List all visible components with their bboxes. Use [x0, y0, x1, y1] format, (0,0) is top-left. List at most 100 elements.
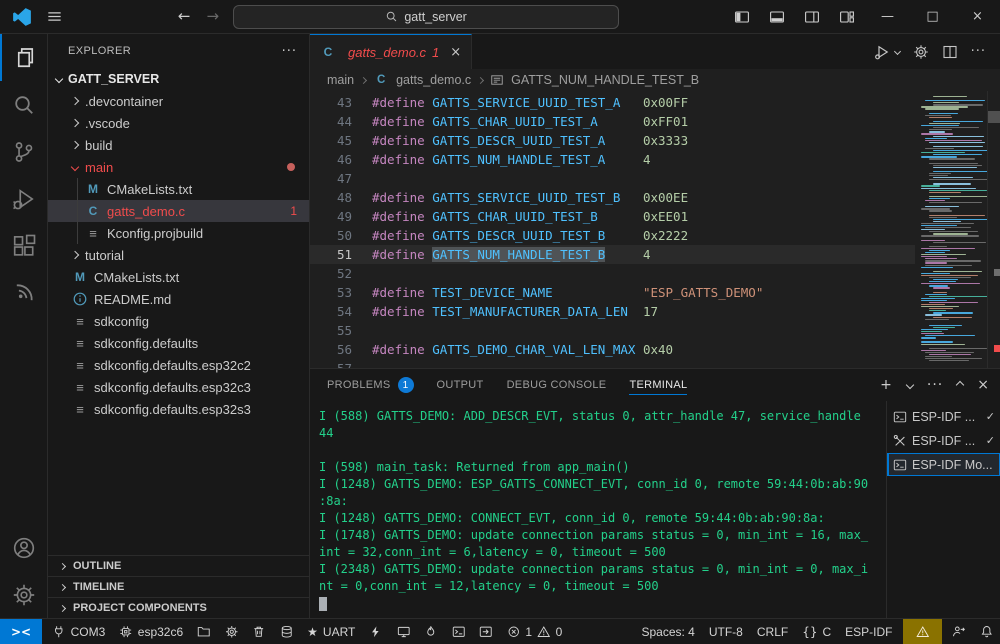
- activity-item-manage[interactable]: [0, 571, 47, 618]
- status-sdk-configuration[interactable]: [218, 619, 246, 644]
- tab-gatts-demo[interactable]: C gatts_demo.c 1 ×: [310, 34, 472, 69]
- code-line-51[interactable]: 51#define GATTS_NUM_HANDLE_TEST_B 4: [310, 245, 915, 264]
- tree-item-build[interactable]: build: [48, 134, 309, 156]
- close-button[interactable]: ×: [977, 378, 990, 392]
- activity-item-explorer[interactable]: [0, 34, 47, 81]
- code-line-43[interactable]: 43#define GATTS_SERVICE_UUID_TEST_A 0x00…: [310, 93, 915, 112]
- section-timeline[interactable]: TIMELINE: [48, 576, 309, 597]
- tree-item-cmakelists-txt[interactable]: MCMakeLists.txt: [48, 266, 309, 288]
- section-project-components[interactable]: PROJECT COMPONENTS: [48, 597, 309, 618]
- status-end-of-line[interactable]: CRLF: [750, 619, 795, 644]
- code-line-45[interactable]: 45#define GATTS_DESCR_UUID_TEST_A 0x3333: [310, 131, 915, 150]
- status-language-mode[interactable]: {}C: [795, 619, 838, 644]
- split-editor-button[interactable]: [942, 44, 958, 60]
- breadcrumb-folder[interactable]: main: [327, 73, 354, 87]
- tree-item-sdkconfig-defaults-esp32c2[interactable]: ≡sdkconfig.defaults.esp32c2: [48, 354, 309, 376]
- code-line-50[interactable]: 50#define GATTS_DESCR_UUID_TEST_B 0x2222: [310, 226, 915, 245]
- more-actions-icon[interactable]: ···: [282, 45, 297, 58]
- code-line-44[interactable]: 44#define GATTS_CHAR_UUID_TEST_A 0xFF01: [310, 112, 915, 131]
- tree-item-cmakelists-txt[interactable]: MCMakeLists.txt: [48, 178, 309, 200]
- panel-tab-output[interactable]: OUTPUT: [437, 369, 484, 401]
- overview-ruler-scrollbar[interactable]: [987, 91, 1000, 368]
- tree-item-sdkconfig-defaults[interactable]: ≡sdkconfig.defaults: [48, 332, 309, 354]
- code-line-46[interactable]: 46#define GATTS_NUM_HANDLE_TEST_A 4: [310, 150, 915, 169]
- tree-item-readme-md[interactable]: README.md: [48, 288, 309, 310]
- tree-item--vscode[interactable]: .vscode: [48, 112, 309, 134]
- status-indentation[interactable]: Spaces: 4: [634, 619, 701, 644]
- chevron-down-button[interactable]: [906, 381, 914, 389]
- status-remote[interactable]: ><: [0, 619, 42, 644]
- status-notifications[interactable]: [973, 619, 1000, 644]
- tree-item-sdkconfig-defaults-esp32c3[interactable]: ≡sdkconfig.defaults.esp32c3: [48, 376, 309, 398]
- status-select-project-folder[interactable]: [190, 619, 218, 644]
- maximize-button[interactable]: □: [910, 0, 955, 34]
- status-flash-device[interactable]: [417, 619, 445, 644]
- code-line-54[interactable]: 54#define TEST_MANUFACTURER_DATA_LEN 17: [310, 302, 915, 321]
- status-device-target[interactable]: esp32c6: [112, 619, 190, 644]
- menu-icon[interactable]: [46, 8, 63, 25]
- code-line-53[interactable]: 53#define TEST_DEVICE_NAME "ESP_GATTS_DE…: [310, 283, 915, 302]
- status-monitor-device[interactable]: [390, 619, 418, 644]
- layout-customize-button[interactable]: [839, 9, 855, 25]
- tree-item-main[interactable]: main: [48, 156, 309, 178]
- code-line-55[interactable]: 55: [310, 321, 915, 340]
- status-build-flash-monitor[interactable]: [445, 619, 473, 644]
- plus-button[interactable]: +: [880, 378, 893, 392]
- activity-item-run-and-debug[interactable]: [0, 175, 47, 222]
- code-area[interactable]: 43#define GATTS_SERVICE_UUID_TEST_A 0x00…: [310, 91, 915, 368]
- terminal-scrollbar[interactable]: [876, 401, 886, 618]
- more-button[interactable]: ···: [927, 378, 943, 392]
- terminal-output[interactable]: I (588) GATTS_DEMO: ADD_DESCR_EVT, statu…: [310, 401, 876, 618]
- status-encoding[interactable]: UTF-8: [702, 619, 750, 644]
- code-line-57[interactable]: 57: [310, 359, 915, 368]
- code-line-48[interactable]: 48#define GATTS_SERVICE_UUID_TEST_B 0x00…: [310, 188, 915, 207]
- section-outline[interactable]: OUTLINE: [48, 555, 309, 576]
- minimize-button[interactable]: —: [865, 0, 910, 34]
- status-esp-idf-version[interactable]: ESP-IDF: [838, 619, 899, 644]
- code-line-49[interactable]: 49#define GATTS_CHAR_UUID_TEST_B 0xEE01: [310, 207, 915, 226]
- tree-item-sdkconfig[interactable]: ≡sdkconfig: [48, 310, 309, 332]
- panel-tab-problems[interactable]: PROBLEMS1: [327, 369, 414, 401]
- status-esp-idf-warning[interactable]: [903, 619, 943, 644]
- tree-item-gatts-demo-c[interactable]: Cgatts_demo.c1: [48, 200, 309, 222]
- activity-item-search[interactable]: [0, 81, 47, 128]
- status-flash-method[interactable]: ★UART: [300, 619, 362, 644]
- terminal-list-item[interactable]: ESP-IDF Mo...: [887, 453, 1000, 476]
- status-feedback[interactable]: [945, 619, 973, 644]
- tree-item-sdkconfig-defaults-esp32s3[interactable]: ≡sdkconfig.defaults.esp32s3: [48, 398, 309, 420]
- tree-root-gatt-server[interactable]: GATT_SERVER: [48, 68, 309, 90]
- status-erase-flash[interactable]: [273, 619, 301, 644]
- activity-item-esp-idf-explorer[interactable]: [0, 269, 47, 316]
- code-line-56[interactable]: 56#define GATTS_DEMO_CHAR_VAL_LEN_MAX 0x…: [310, 340, 915, 359]
- status-open-terminal[interactable]: [472, 619, 500, 644]
- activity-item-extensions[interactable]: [0, 222, 47, 269]
- run-button[interactable]: [874, 44, 890, 60]
- breadcrumb-file[interactable]: gatts_demo.c: [396, 73, 471, 87]
- chevron-down-button[interactable]: [894, 48, 901, 55]
- minimap[interactable]: [915, 91, 987, 368]
- close-button[interactable]: ×: [955, 0, 1000, 34]
- back-button[interactable]: ←: [178, 9, 191, 24]
- layout-panel-button[interactable]: [769, 9, 785, 25]
- tree-item-tutorial[interactable]: tutorial: [48, 244, 309, 266]
- breadcrumb-symbol[interactable]: GATTS_NUM_HANDLE_TEST_B: [511, 73, 699, 87]
- panel-tab-terminal[interactable]: TERMINAL: [629, 369, 687, 401]
- status-build-project[interactable]: [362, 619, 390, 644]
- status-serial-port[interactable]: COM3: [45, 619, 112, 644]
- command-center-search[interactable]: gatt_server: [233, 5, 619, 29]
- chevron-up-button[interactable]: [956, 381, 964, 389]
- code-line-52[interactable]: 52: [310, 264, 915, 283]
- tree-item--devcontainer[interactable]: .devcontainer: [48, 90, 309, 112]
- terminal-list-item[interactable]: ESP-IDF ...✓: [887, 405, 1000, 428]
- panel-tab-debug-console[interactable]: DEBUG CONSOLE: [507, 369, 607, 401]
- forward-button[interactable]: →: [207, 9, 220, 24]
- layout-sidebar-right-button[interactable]: [804, 9, 820, 25]
- close-icon[interactable]: ×: [450, 46, 461, 59]
- status-full-clean[interactable]: [245, 619, 273, 644]
- status-problems-summary[interactable]: 10: [500, 619, 569, 644]
- tree-item-kconfig-projbuild[interactable]: ≡Kconfig.projbuild: [48, 222, 309, 244]
- layout-sidebar-button[interactable]: [734, 9, 750, 25]
- activity-item-source-control[interactable]: [0, 128, 47, 175]
- more-button[interactable]: ···: [971, 45, 986, 58]
- terminal-list-item[interactable]: ESP-IDF ...✓: [887, 429, 1000, 452]
